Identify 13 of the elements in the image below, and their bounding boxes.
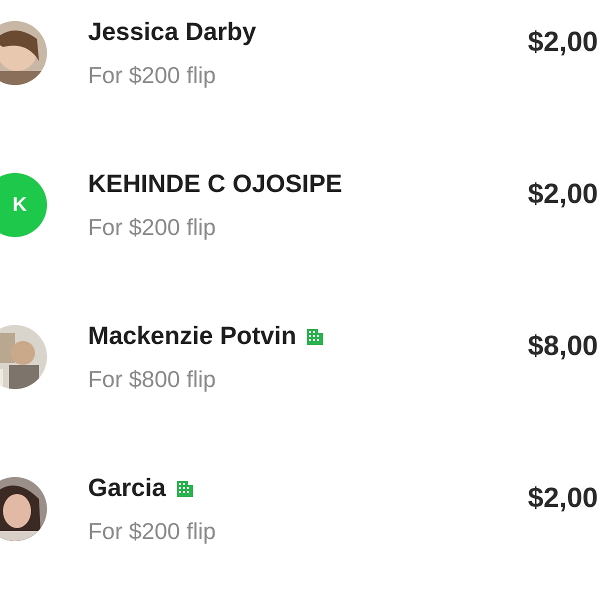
contact-name: Mackenzie Potvin	[88, 321, 296, 352]
payment-note: For $200 flip	[88, 60, 217, 90]
contact-name: KEHINDE C OJOSIPE	[88, 169, 342, 200]
avatar-initial: K	[0, 173, 47, 237]
payment-amount: $2,00	[528, 25, 598, 59]
payment-amount: $2,00	[528, 481, 598, 515]
payment-amount: $8,00	[528, 329, 598, 363]
payment-note: For $200 flip	[88, 212, 217, 242]
payment-amount: $2,00	[528, 177, 598, 211]
payment-note: For $200 flip	[88, 516, 216, 546]
payment-note: For $800 flip	[88, 364, 217, 394]
contact-name: Jessica Darby	[88, 17, 256, 48]
contact-name: Garcia	[88, 473, 166, 504]
